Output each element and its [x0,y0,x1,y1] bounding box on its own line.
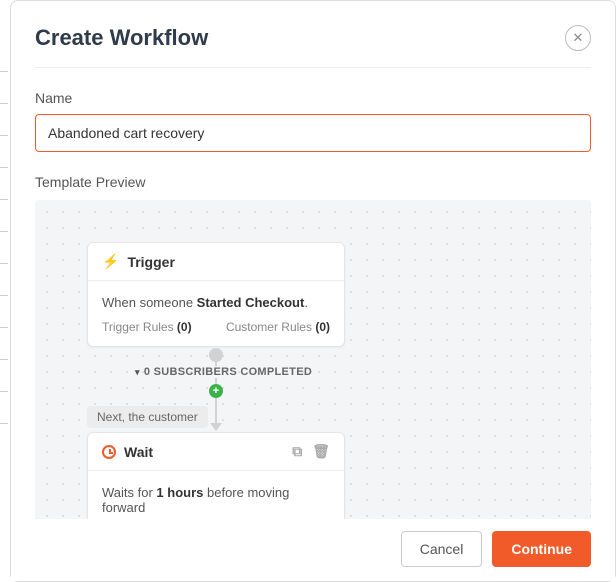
trigger-node[interactable]: ⚡ Trigger When someone Started Checkout.… [87,242,345,347]
trigger-body-bold: Started Checkout [197,295,305,310]
wait-body: Waits for 1 hours before moving forward [88,471,344,525]
wait-header: Wait ⧉ 🗑 [88,433,344,471]
next-customer-chip: Next, the customer [87,406,208,428]
workflow-name-input[interactable] [35,114,591,152]
trash-icon[interactable]: 🗑 [312,443,330,460]
trigger-header: ⚡ Trigger [88,243,344,281]
wait-actions: ⧉ 🗑 [292,443,330,460]
modal-header: Create Workflow ✕ [35,25,591,68]
caret-down-icon: ▾ [135,367,140,378]
wait-body-prefix: Waits for [102,485,156,500]
create-workflow-modal: Create Workflow ✕ Name Template Preview … [10,0,616,582]
subscribers-completed[interactable]: ▾ 0 SUBSCRIBERS COMPLETED [135,366,312,378]
plus-icon: + [213,386,219,397]
connector-line-1 [215,352,217,366]
customer-rules-count: (0) [315,320,330,334]
subscribers-label: SUBSCRIBERS COMPLETED [150,366,312,378]
add-step-button[interactable]: + [209,384,223,398]
wait-body-bold: 1 hours [156,485,203,500]
name-label: Name [35,90,591,106]
modal-footer: Cancel Continue [11,519,615,581]
continue-button[interactable]: Continue [492,531,591,567]
bolt-icon: ⚡ [102,253,119,270]
arrowhead-icon [210,423,222,431]
background-ticks [0,40,8,502]
clock-icon [102,445,116,459]
trigger-rules-label: Trigger Rules [102,320,177,334]
wait-title: Wait [124,444,153,460]
trigger-rules-count: (0) [177,320,192,334]
customer-rules-label: Customer Rules [226,320,315,334]
cancel-button[interactable]: Cancel [401,531,483,567]
trigger-footer: Trigger Rules (0) Customer Rules (0) [88,320,344,346]
trigger-rules[interactable]: Trigger Rules (0) [102,320,192,334]
trigger-body-suffix: . [304,295,308,310]
trigger-body: When someone Started Checkout. [88,281,344,320]
wait-node[interactable]: Wait ⧉ 🗑 Waits for 1 hours before moving… [87,432,345,526]
customer-rules[interactable]: Customer Rules (0) [226,320,330,334]
close-button[interactable]: ✕ [565,25,591,51]
modal-title: Create Workflow [35,25,208,51]
trigger-title: Trigger [127,254,174,270]
trigger-body-prefix: When someone [102,295,197,310]
close-icon: ✕ [573,30,584,46]
template-preview-label: Template Preview [35,174,591,190]
copy-icon[interactable]: ⧉ [292,443,302,460]
